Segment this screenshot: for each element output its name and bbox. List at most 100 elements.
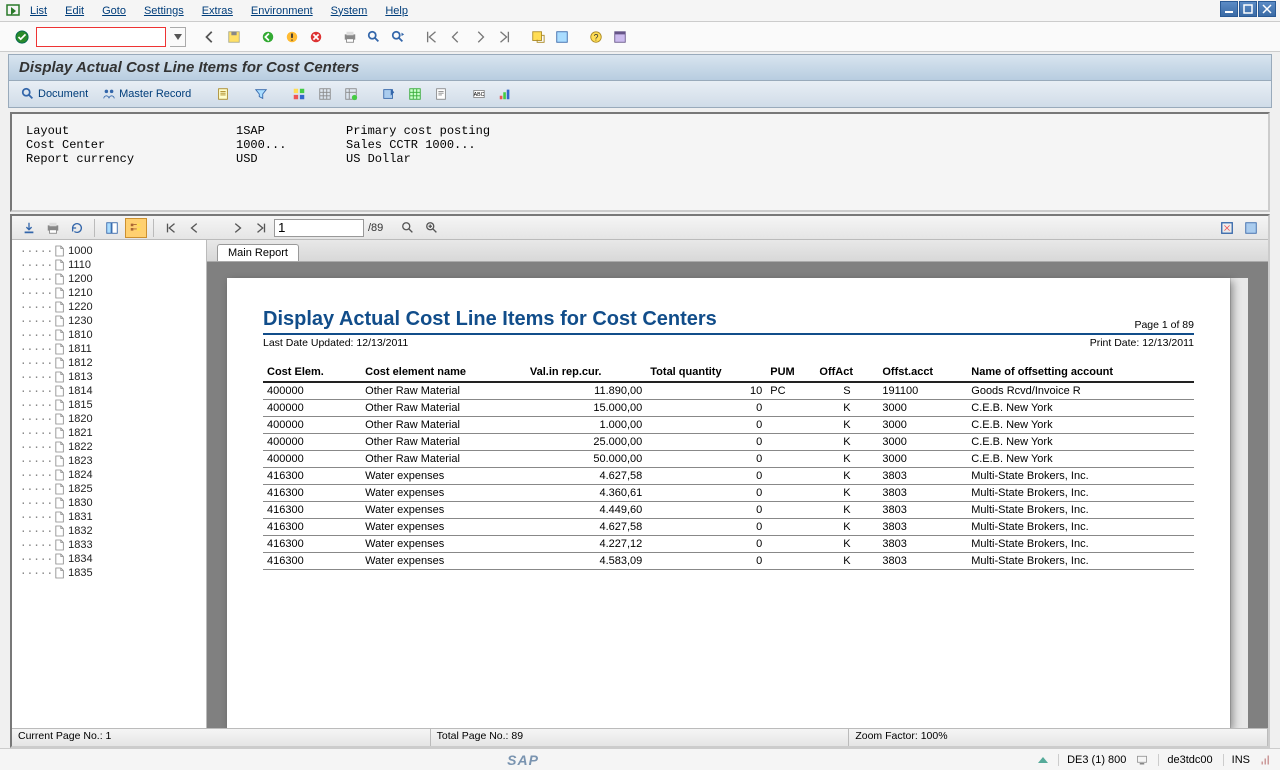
new-session-icon[interactable] (528, 27, 548, 47)
tree-item-1110[interactable]: ·····1110 (14, 258, 204, 272)
table-row[interactable]: 400000Other Raw Material1.000,000K3000C.… (263, 417, 1194, 434)
maximize-button[interactable] (1239, 1, 1257, 17)
document-button[interactable]: Document (17, 86, 92, 102)
group-tree[interactable]: ·····1000·····1110·····1200·····1210····… (12, 240, 207, 728)
find-icon[interactable] (364, 27, 384, 47)
save-icon[interactable] (224, 27, 244, 47)
menu-list[interactable]: List (30, 5, 47, 17)
choose-layout-icon[interactable] (289, 84, 309, 104)
menu-edit[interactable]: Edit (65, 5, 84, 17)
table-row[interactable]: 400000Other Raw Material15.000,000K3000C… (263, 400, 1194, 417)
export-report-icon[interactable] (18, 218, 40, 238)
command-field[interactable] (36, 27, 166, 47)
help-icon[interactable]: ? (586, 27, 606, 47)
master-record-button[interactable]: Master Record (98, 86, 195, 102)
tree-item-1821[interactable]: ·····1821 (14, 426, 204, 440)
report-status-bar: Current Page No.: 1 Total Page No.: 89 Z… (12, 728, 1268, 746)
report-title: Display Actual Cost Line Items for Cost … (263, 308, 717, 331)
table-row[interactable]: 400000Other Raw Material25.000,000K3000C… (263, 434, 1194, 451)
save-layout-icon[interactable] (341, 84, 361, 104)
tree-item-1210[interactable]: ·····1210 (14, 286, 204, 300)
tree-item-1810[interactable]: ·····1810 (14, 328, 204, 342)
print-report-icon[interactable] (42, 218, 64, 238)
menu-environment[interactable]: Environment (251, 5, 313, 17)
command-dropdown[interactable] (170, 27, 186, 47)
tree-item-1833[interactable]: ·····1833 (14, 538, 204, 552)
tree-item-1835[interactable]: ·····1835 (14, 566, 204, 580)
table-row[interactable]: 416300Water expenses4.449,600K3803Multi-… (263, 502, 1194, 519)
refresh-report-icon[interactable] (66, 218, 88, 238)
menu-settings[interactable]: Settings (144, 5, 184, 17)
nav-first-icon[interactable] (160, 218, 182, 238)
last-updated: Last Date Updated: 12/13/2011 (263, 337, 408, 349)
minimize-button[interactable] (1220, 1, 1238, 17)
vertical-scrollbar[interactable] (1230, 278, 1248, 728)
table-row[interactable]: 416300Water expenses4.627,580K3803Multi-… (263, 468, 1194, 485)
tree-item-1230[interactable]: ·····1230 (14, 314, 204, 328)
enter-icon[interactable] (12, 27, 32, 47)
table-row[interactable]: 400000Other Raw Material11.890,0010PCS19… (263, 382, 1194, 400)
find-next-icon[interactable] (388, 27, 408, 47)
tree-item-1811[interactable]: ·····1811 (14, 342, 204, 356)
first-page-icon[interactable] (422, 27, 442, 47)
status-system: DE3 (1) 800 (1058, 754, 1126, 766)
tree-item-1830[interactable]: ·····1830 (14, 496, 204, 510)
prev-page-icon[interactable] (446, 27, 466, 47)
tree-item-1820[interactable]: ·····1820 (14, 412, 204, 426)
tree-item-1812[interactable]: ·····1812 (14, 356, 204, 370)
main-report-tab[interactable]: Main Report (217, 244, 299, 261)
tree-item-1831[interactable]: ·····1831 (14, 510, 204, 524)
search-report-icon[interactable] (397, 218, 419, 238)
back-icon[interactable] (200, 27, 220, 47)
next-page-icon[interactable] (470, 27, 490, 47)
export-icon[interactable] (379, 84, 399, 104)
spreadsheet-icon[interactable] (405, 84, 425, 104)
table-row[interactable]: 416300Water expenses4.627,580K3803Multi-… (263, 519, 1194, 536)
shortcut-icon[interactable] (552, 27, 572, 47)
abc-icon[interactable]: ABC (469, 84, 489, 104)
menu-help[interactable]: Help (385, 5, 408, 17)
tree-item-1834[interactable]: ·····1834 (14, 552, 204, 566)
maximize-viewer-icon[interactable] (1216, 218, 1238, 238)
menu-goto[interactable]: Goto (102, 5, 126, 17)
toggle-tree-icon[interactable] (101, 218, 123, 238)
display-doc-icon[interactable] (213, 84, 233, 104)
close-viewer-icon[interactable] (1240, 218, 1262, 238)
wordproc-icon[interactable] (431, 84, 451, 104)
tree-item-1824[interactable]: ·····1824 (14, 468, 204, 482)
exit-icon[interactable] (282, 27, 302, 47)
tree-item-1200[interactable]: ·····1200 (14, 272, 204, 286)
table-row[interactable]: 416300Water expenses4.360,610K3803Multi-… (263, 485, 1194, 502)
tree-item-1815[interactable]: ·····1815 (14, 398, 204, 412)
status-triangle-icon[interactable] (1038, 757, 1048, 763)
print-icon[interactable] (340, 27, 360, 47)
table-row[interactable]: 416300Water expenses4.227,120K3803Multi-… (263, 536, 1194, 553)
change-layout-icon[interactable] (315, 84, 335, 104)
tree-item-1823[interactable]: ·····1823 (14, 454, 204, 468)
back-green-icon[interactable] (258, 27, 278, 47)
menu-system[interactable]: System (331, 5, 368, 17)
tree-item-1814[interactable]: ·····1814 (14, 384, 204, 398)
toggle-group-tree-icon[interactable] (125, 218, 147, 238)
tree-item-1832[interactable]: ·····1832 (14, 524, 204, 538)
tree-item-1220[interactable]: ·····1220 (14, 300, 204, 314)
tree-item-1000[interactable]: ·····1000 (14, 244, 204, 258)
menu-extras[interactable]: Extras (202, 5, 233, 17)
last-page-icon[interactable] (494, 27, 514, 47)
filter-icon[interactable] (251, 84, 271, 104)
sap-menu-icon[interactable] (6, 3, 22, 19)
table-row[interactable]: 400000Other Raw Material50.000,000K3000C… (263, 451, 1194, 468)
close-button[interactable] (1258, 1, 1276, 17)
layout-icon[interactable] (610, 27, 630, 47)
page-number-input[interactable] (274, 219, 364, 237)
zoom-icon[interactable] (421, 218, 443, 238)
tree-item-1822[interactable]: ·····1822 (14, 440, 204, 454)
tree-item-1813[interactable]: ·····1813 (14, 370, 204, 384)
graphic-icon[interactable] (495, 84, 515, 104)
cancel-icon[interactable] (306, 27, 326, 47)
table-row[interactable]: 416300Water expenses4.583,090K3803Multi-… (263, 553, 1194, 570)
tree-item-1825[interactable]: ·····1825 (14, 482, 204, 496)
nav-last-icon[interactable] (250, 218, 272, 238)
nav-prev-icon[interactable] (184, 218, 206, 238)
nav-next-icon[interactable] (226, 218, 248, 238)
